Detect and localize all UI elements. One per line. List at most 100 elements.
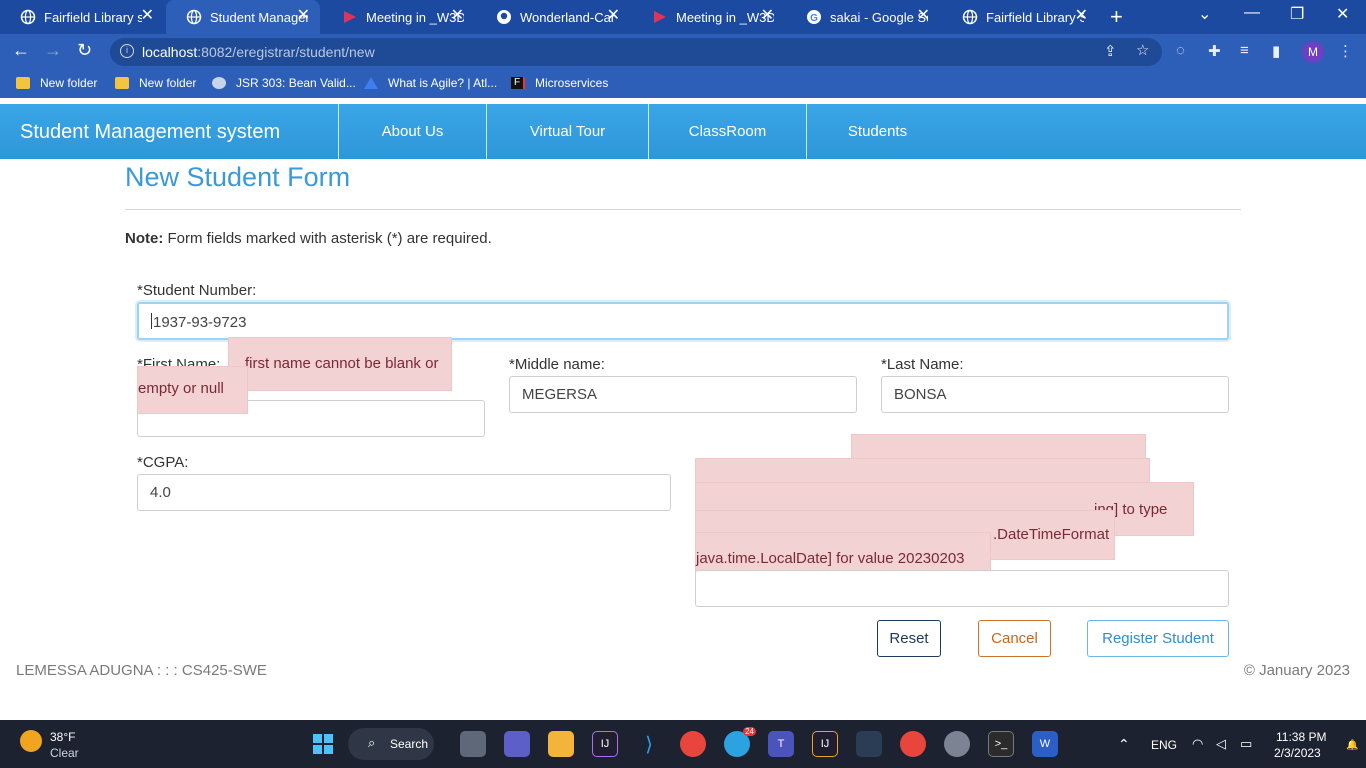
github-icon: [496, 9, 512, 25]
student-number-input[interactable]: 1937-93-9723: [137, 302, 1229, 340]
tab-title: Student Managem: [210, 9, 308, 25]
nav-about-us[interactable]: About Us: [338, 104, 486, 159]
globe-icon: [20, 9, 36, 25]
close-icon[interactable]: ✕: [141, 8, 154, 24]
globe-icon: [962, 9, 978, 25]
close-icon[interactable]: ✕: [917, 8, 930, 24]
tab-title: Fairfield Library sy: [44, 9, 142, 25]
close-icon[interactable]: ✕: [607, 8, 620, 24]
tab-google-search[interactable]: G sakai - Google Se ✕: [786, 0, 940, 34]
enrollment-date-input[interactable]: [695, 570, 1229, 607]
restore-button[interactable]: ❐: [1290, 4, 1304, 24]
task-view-icon[interactable]: [460, 731, 486, 757]
volume-icon[interactable]: ◁: [1216, 736, 1226, 752]
extension-loop-icon[interactable]: ◌: [1176, 42, 1185, 59]
wireshark-icon[interactable]: [856, 731, 882, 757]
last-name-input[interactable]: BONSA: [881, 376, 1229, 413]
intellij-icon[interactable]: IJ: [592, 731, 618, 757]
reset-button[interactable]: Reset: [877, 620, 941, 657]
tab-student-management[interactable]: Student Managem ✕: [166, 0, 320, 34]
clock-date[interactable]: 2/3/2023: [1274, 746, 1321, 760]
tab-title: Meeting in _W3D: [366, 9, 464, 25]
terminal-icon[interactable]: >_: [988, 731, 1014, 757]
register-student-button[interactable]: Register Student: [1087, 620, 1229, 657]
tab-search-chevron-icon[interactable]: ⌄: [1198, 4, 1211, 24]
url-text[interactable]: localhost:8082/eregistrar/student/new: [142, 44, 375, 60]
kebab-menu-icon[interactable]: ⋮: [1338, 42, 1353, 60]
tab-title: Meeting in _W3D: [676, 9, 774, 25]
notification-badge: 24: [743, 727, 756, 736]
nav-virtual-tour[interactable]: Virtual Tour: [486, 104, 648, 159]
url-bar[interactable]: i localhost:8082/eregistrar/student/new …: [110, 38, 1162, 66]
wifi-icon[interactable]: ◠: [1192, 736, 1203, 752]
nav-classroom[interactable]: ClassRoom: [648, 104, 806, 159]
telegram-icon[interactable]: 24: [724, 727, 756, 757]
teams-chat-icon[interactable]: [504, 731, 530, 757]
weather-desc[interactable]: Clear: [50, 746, 79, 760]
search-icon: ⌕: [368, 735, 376, 750]
student-number-label: *Student Number:: [137, 282, 257, 299]
tab-meeting-2[interactable]: Meeting in _W3D ✕: [632, 0, 784, 34]
profile-avatar[interactable]: M: [1302, 41, 1324, 63]
bookmark-star-icon[interactable]: ☆: [1136, 41, 1149, 59]
chrome-profile-icon[interactable]: [900, 731, 926, 757]
taskbar-search[interactable]: ⌕ Search: [348, 728, 434, 760]
windows-start-icon[interactable]: [310, 731, 336, 757]
new-tab-button[interactable]: +: [1110, 4, 1123, 30]
address-bar-row: ← → ↻ i localhost:8082/eregistrar/studen…: [0, 34, 1366, 70]
tab-wonderland[interactable]: Wonderland-Car ✕: [476, 0, 630, 34]
language-indicator[interactable]: ENG: [1151, 738, 1177, 752]
forward-arrow-icon[interactable]: →: [44, 40, 62, 61]
bookmarks-bar: New folder New folder JSR 303: Bean Vali…: [0, 70, 1366, 98]
notification-bell-icon[interactable]: 🔔: [1346, 740, 1358, 751]
url-host: localhost: [142, 44, 198, 60]
site-info-icon[interactable]: i: [120, 44, 134, 58]
bookmark-jsr303[interactable]: JSR 303: Bean Valid...: [212, 76, 356, 90]
word-icon[interactable]: W: [1032, 731, 1058, 757]
globe-icon: [186, 9, 202, 25]
vscode-icon[interactable]: ⟩: [636, 731, 662, 757]
microservices-favicon-icon: F: [511, 77, 525, 89]
media-queue-icon[interactable]: ≡: [1240, 42, 1249, 59]
first-name-error-tooltip-line2: empty or null: [137, 366, 248, 414]
intellij-eap-icon[interactable]: IJ: [812, 731, 838, 757]
battery-icon[interactable]: ▭: [1240, 736, 1252, 752]
search-label: Search: [390, 737, 429, 751]
weather-temp[interactable]: 38°F: [50, 730, 75, 744]
cgpa-input[interactable]: 4.0: [137, 474, 671, 511]
tab-fairfield-library-1[interactable]: Fairfield Library sy ✕: [0, 0, 164, 34]
bookmark-microservices[interactable]: F Microservices: [511, 76, 608, 90]
nav-students[interactable]: Students: [806, 104, 948, 159]
side-panel-icon[interactable]: ▮: [1272, 42, 1280, 60]
divider: [125, 209, 1241, 210]
middle-name-input[interactable]: MEGERSA: [509, 376, 857, 413]
enroll-date-error-tooltip-1: [851, 434, 1146, 460]
bookmark-new-folder-2[interactable]: New folder: [115, 76, 196, 90]
cancel-button[interactable]: Cancel: [978, 620, 1051, 657]
bookmark-new-folder-1[interactable]: New folder: [16, 76, 97, 90]
share-icon[interactable]: ⇪: [1104, 42, 1117, 60]
chrome-icon[interactable]: [680, 731, 706, 757]
tab-fairfield-library-2[interactable]: Fairfield Library S ✕: [942, 0, 1098, 34]
extensions-puzzle-icon[interactable]: ✚: [1208, 42, 1221, 60]
window-close-button[interactable]: ✕: [1336, 4, 1349, 24]
tray-chevron-up-icon[interactable]: ⌃: [1118, 736, 1130, 753]
close-icon[interactable]: ✕: [1075, 8, 1088, 24]
weather-moon-icon[interactable]: [20, 730, 42, 752]
close-icon[interactable]: ✕: [297, 8, 310, 24]
close-icon[interactable]: ✕: [761, 8, 774, 24]
clock-time[interactable]: 11:38 PM: [1276, 730, 1326, 744]
close-icon[interactable]: ✕: [451, 8, 464, 24]
reload-icon[interactable]: ↻: [77, 40, 92, 61]
atlassian-icon: [364, 77, 378, 89]
bookmark-agile[interactable]: What is Agile? | Atl...: [364, 76, 497, 90]
chrome-alt-icon[interactable]: [944, 731, 970, 757]
bookmark-label: What is Agile? | Atl...: [388, 76, 498, 90]
minimize-button[interactable]: —: [1244, 4, 1260, 22]
google-icon: G: [806, 9, 822, 25]
brand-title[interactable]: Student Management system: [20, 121, 280, 144]
tab-meeting-1[interactable]: Meeting in _W3D ✕: [322, 0, 474, 34]
file-explorer-icon[interactable]: [548, 731, 574, 757]
teams-icon[interactable]: T: [768, 731, 794, 757]
back-arrow-icon[interactable]: ←: [12, 40, 30, 61]
